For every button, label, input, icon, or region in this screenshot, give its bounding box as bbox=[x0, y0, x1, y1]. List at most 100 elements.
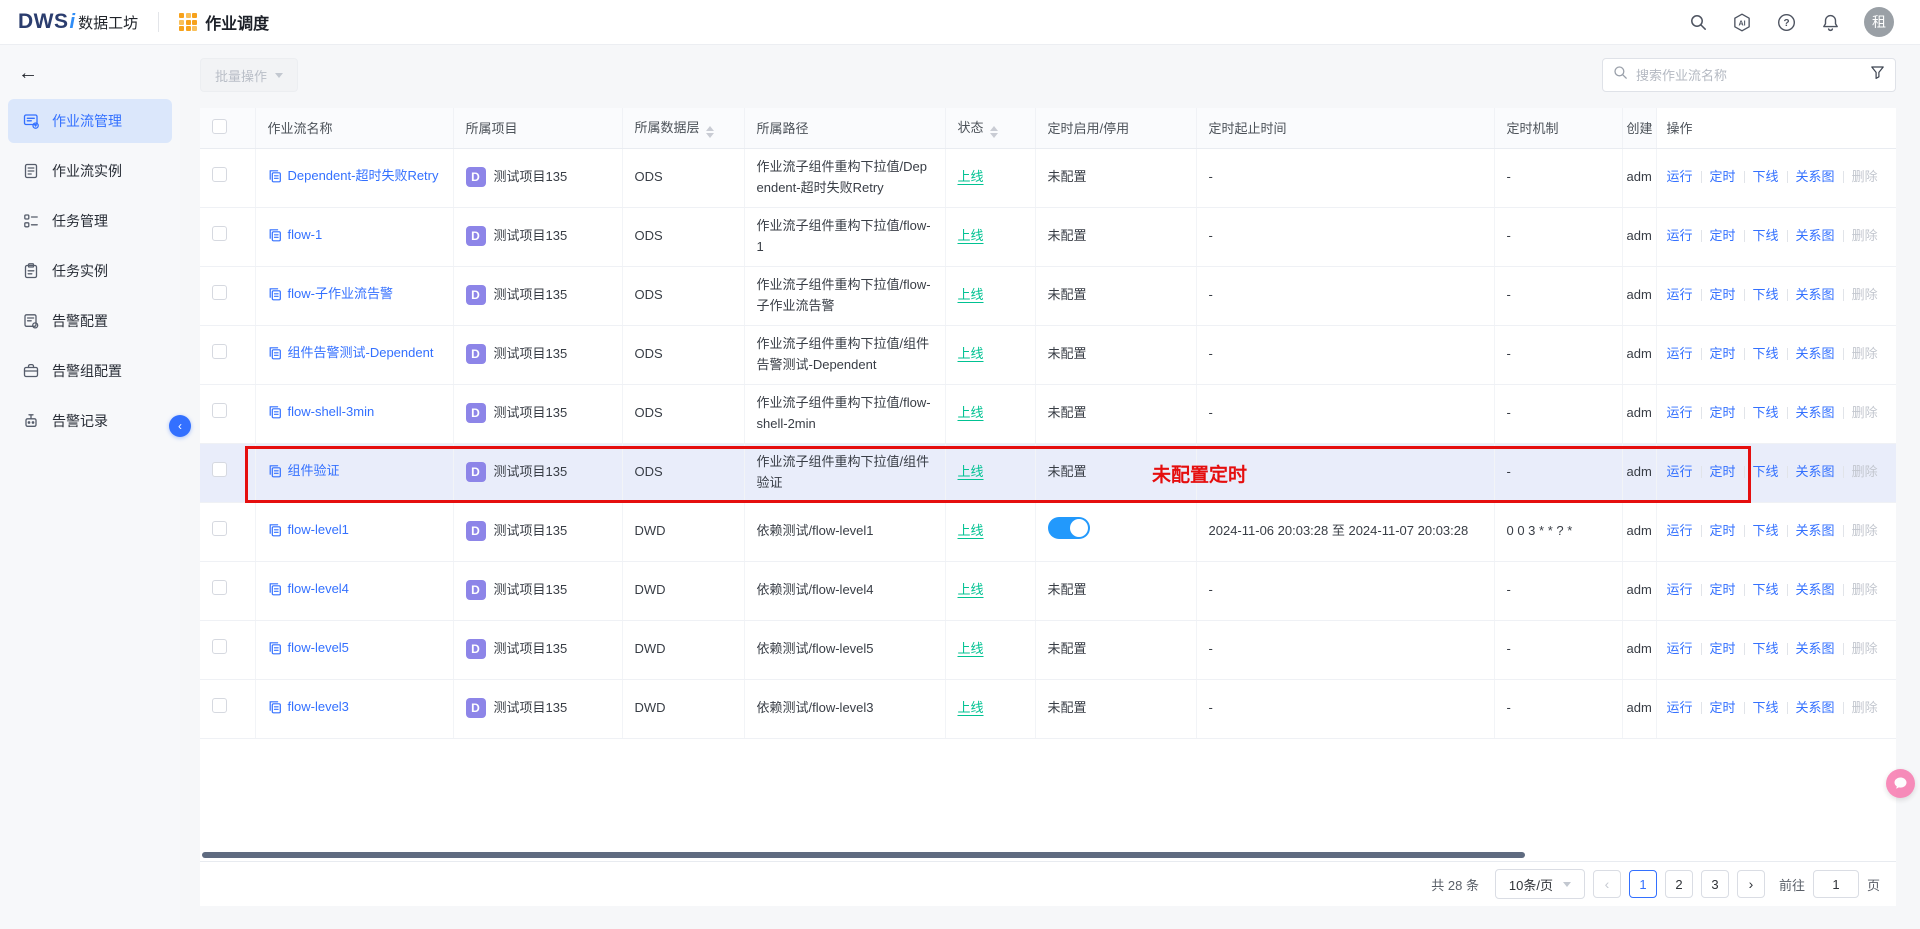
relation-graph-action-link[interactable]: 关系图 bbox=[1796, 403, 1835, 423]
horizontal-scrollbar-thumb[interactable] bbox=[202, 852, 1525, 858]
row-checkbox[interactable] bbox=[212, 580, 227, 595]
run-action-link[interactable]: 运行 bbox=[1667, 344, 1693, 364]
sidebar-item-3[interactable]: 任务实例 bbox=[8, 249, 172, 293]
delete-action-link[interactable]: 删除 bbox=[1852, 167, 1878, 187]
notification-bell-icon[interactable] bbox=[1820, 12, 1840, 32]
offline-action-link[interactable]: 下线 bbox=[1753, 403, 1779, 423]
relation-graph-action-link[interactable]: 关系图 bbox=[1796, 521, 1835, 541]
relation-graph-action-link[interactable]: 关系图 bbox=[1796, 639, 1835, 659]
relation-graph-action-link[interactable]: 关系图 bbox=[1796, 580, 1835, 600]
delete-action-link[interactable]: 删除 bbox=[1852, 462, 1878, 482]
column-header-status[interactable]: 状态 bbox=[945, 108, 1035, 148]
workflow-name-link[interactable]: flow-1 bbox=[288, 225, 323, 245]
sidebar-item-0[interactable]: 作业流管理 bbox=[8, 99, 172, 143]
offline-action-link[interactable]: 下线 bbox=[1753, 167, 1779, 187]
row-checkbox[interactable] bbox=[212, 167, 227, 182]
schedule-action-link[interactable]: 定时 bbox=[1710, 403, 1736, 423]
offline-action-link[interactable]: 下线 bbox=[1753, 698, 1779, 718]
row-checkbox[interactable] bbox=[212, 639, 227, 654]
offline-action-link[interactable]: 下线 bbox=[1753, 344, 1779, 364]
row-checkbox[interactable] bbox=[212, 285, 227, 300]
workflow-name-link[interactable]: flow-shell-3min bbox=[288, 402, 375, 422]
batch-operation-button[interactable]: 批量操作 bbox=[200, 58, 298, 92]
offline-action-link[interactable]: 下线 bbox=[1753, 285, 1779, 305]
workflow-name-link[interactable]: 组件告警测试-Dependent bbox=[288, 343, 434, 363]
search-input[interactable] bbox=[1636, 68, 1862, 83]
delete-action-link[interactable]: 删除 bbox=[1852, 521, 1878, 541]
help-icon[interactable]: ? bbox=[1776, 12, 1796, 32]
goto-page-input[interactable] bbox=[1813, 870, 1859, 898]
schedule-action-link[interactable]: 定时 bbox=[1710, 462, 1736, 482]
delete-action-link[interactable]: 删除 bbox=[1852, 639, 1878, 659]
schedule-action-link[interactable]: 定时 bbox=[1710, 521, 1736, 541]
run-action-link[interactable]: 运行 bbox=[1667, 226, 1693, 246]
page-button-3[interactable]: 3 bbox=[1701, 870, 1729, 898]
select-all-checkbox[interactable] bbox=[212, 119, 227, 134]
row-checkbox[interactable] bbox=[212, 698, 227, 713]
schedule-action-link[interactable]: 定时 bbox=[1710, 167, 1736, 187]
relation-graph-action-link[interactable]: 关系图 bbox=[1796, 698, 1835, 718]
run-action-link[interactable]: 运行 bbox=[1667, 639, 1693, 659]
back-arrow-icon[interactable]: ← bbox=[16, 61, 40, 85]
run-action-link[interactable]: 运行 bbox=[1667, 462, 1693, 482]
schedule-action-link[interactable]: 定时 bbox=[1710, 344, 1736, 364]
workflow-name-link[interactable]: flow-level4 bbox=[288, 579, 349, 599]
row-checkbox[interactable] bbox=[212, 462, 227, 477]
relation-graph-action-link[interactable]: 关系图 bbox=[1796, 167, 1835, 187]
schedule-toggle[interactable] bbox=[1048, 517, 1090, 539]
run-action-link[interactable]: 运行 bbox=[1667, 580, 1693, 600]
sort-icon[interactable] bbox=[706, 126, 714, 138]
workflow-name-link[interactable]: Dependent-超时失败Retry bbox=[288, 166, 439, 186]
offline-action-link[interactable]: 下线 bbox=[1753, 521, 1779, 541]
logo[interactable]: DWSi 数据工坊 bbox=[18, 10, 138, 34]
column-header-layer[interactable]: 所属数据层 bbox=[622, 108, 744, 148]
delete-action-link[interactable]: 删除 bbox=[1852, 403, 1878, 423]
relation-graph-action-link[interactable]: 关系图 bbox=[1796, 344, 1835, 364]
sidebar-collapse-button[interactable]: ‹ bbox=[169, 415, 191, 437]
next-page-button[interactable]: › bbox=[1737, 870, 1765, 898]
workflow-name-link[interactable]: flow-level5 bbox=[288, 638, 349, 658]
page-size-select[interactable]: 10条/页 bbox=[1495, 869, 1585, 899]
offline-action-link[interactable]: 下线 bbox=[1753, 639, 1779, 659]
row-checkbox[interactable] bbox=[212, 344, 227, 359]
prev-page-button[interactable]: ‹ bbox=[1593, 870, 1621, 898]
schedule-action-link[interactable]: 定时 bbox=[1710, 226, 1736, 246]
run-action-link[interactable]: 运行 bbox=[1667, 698, 1693, 718]
schedule-action-link[interactable]: 定时 bbox=[1710, 698, 1736, 718]
workflow-name-link[interactable]: 组件验证 bbox=[288, 461, 340, 481]
offline-action-link[interactable]: 下线 bbox=[1753, 580, 1779, 600]
delete-action-link[interactable]: 删除 bbox=[1852, 698, 1878, 718]
workflow-name-link[interactable]: flow-level3 bbox=[288, 697, 349, 717]
sidebar-item-5[interactable]: 告警组配置 bbox=[8, 349, 172, 393]
run-action-link[interactable]: 运行 bbox=[1667, 285, 1693, 305]
delete-action-link[interactable]: 删除 bbox=[1852, 344, 1878, 364]
relation-graph-action-link[interactable]: 关系图 bbox=[1796, 226, 1835, 246]
tenant-avatar[interactable]: 租 bbox=[1864, 7, 1894, 37]
page-button-2[interactable]: 2 bbox=[1665, 870, 1693, 898]
row-checkbox[interactable] bbox=[212, 521, 227, 536]
relation-graph-action-link[interactable]: 关系图 bbox=[1796, 285, 1835, 305]
run-action-link[interactable]: 运行 bbox=[1667, 521, 1693, 541]
workflow-name-link[interactable]: flow-level1 bbox=[288, 520, 349, 540]
ai-assistant-icon[interactable]: AI bbox=[1732, 12, 1752, 32]
delete-action-link[interactable]: 删除 bbox=[1852, 226, 1878, 246]
row-checkbox[interactable] bbox=[212, 226, 227, 241]
app-grid-icon[interactable] bbox=[179, 13, 197, 31]
delete-action-link[interactable]: 删除 bbox=[1852, 580, 1878, 600]
sort-icon[interactable] bbox=[990, 126, 998, 138]
sidebar-item-1[interactable]: 作业流实例 bbox=[8, 149, 172, 193]
page-button-1[interactable]: 1 bbox=[1629, 870, 1657, 898]
offline-action-link[interactable]: 下线 bbox=[1753, 226, 1779, 246]
schedule-action-link[interactable]: 定时 bbox=[1710, 580, 1736, 600]
offline-action-link[interactable]: 下线 bbox=[1753, 462, 1779, 482]
sidebar-item-4[interactable]: 告警配置 bbox=[8, 299, 172, 343]
floating-assistant-button[interactable] bbox=[1886, 769, 1915, 798]
filter-funnel-icon[interactable] bbox=[1870, 65, 1885, 85]
relation-graph-action-link[interactable]: 关系图 bbox=[1796, 462, 1835, 482]
delete-action-link[interactable]: 删除 bbox=[1852, 285, 1878, 305]
run-action-link[interactable]: 运行 bbox=[1667, 167, 1693, 187]
schedule-action-link[interactable]: 定时 bbox=[1710, 639, 1736, 659]
workflow-name-link[interactable]: flow-子作业流告警 bbox=[288, 284, 393, 304]
schedule-action-link[interactable]: 定时 bbox=[1710, 285, 1736, 305]
row-checkbox[interactable] bbox=[212, 403, 227, 418]
